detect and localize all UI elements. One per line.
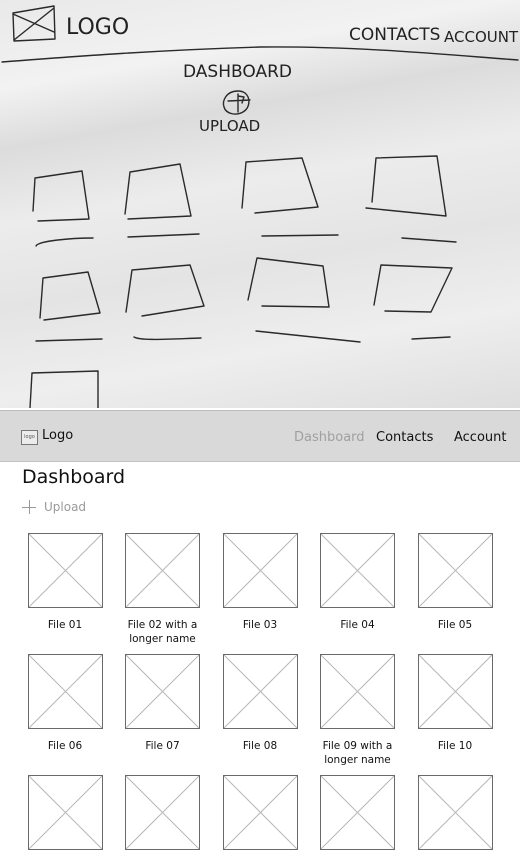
sketch-tile (241, 157, 319, 214)
file-tile[interactable]: File 02 with a longer name (114, 533, 212, 646)
file-tile[interactable]: File 05 (406, 533, 504, 632)
file-thumbnail-placeholder-icon (320, 533, 395, 608)
file-thumbnail-placeholder-icon (320, 654, 395, 729)
file-thumbnail-placeholder-icon (222, 533, 298, 608)
top-navigation-bar: logo Logo Dashboard Contacts Account (0, 410, 520, 462)
file-thumbnail-placeholder-icon (222, 775, 298, 850)
sketch-drawing: LOGO CONTACTS ACCOUNT DASHBOARD UPLOAD (1, 5, 519, 408)
file-name: File 05 (437, 619, 473, 631)
sketch-title: DASHBOARD (183, 62, 292, 82)
file-tile[interactable]: File 04 (309, 533, 407, 632)
upload-label: Upload (44, 500, 87, 514)
file-tile[interactable]: File 01 (16, 533, 114, 632)
upload-button[interactable]: Upload (22, 498, 86, 516)
sketch-tile (124, 163, 192, 220)
file-name: File 02 with a longer name (127, 619, 198, 645)
plus-icon (22, 500, 36, 514)
logo-icon: logo (21, 430, 38, 445)
nav-account[interactable]: Account (454, 430, 507, 445)
sketch-tile (373, 264, 453, 313)
sketch-label-line (401, 237, 457, 243)
file-thumbnail-placeholder-icon (27, 533, 103, 608)
file-tile[interactable]: File 03 (211, 533, 309, 632)
sketch-tile (29, 370, 99, 408)
wireframe-page: logo Logo Dashboard Contacts Account Das… (0, 408, 520, 850)
file-thumbnail-placeholder-icon (27, 654, 103, 729)
nav-contacts[interactable]: Contacts (376, 430, 433, 445)
sketch-upload-label: UPLOAD (199, 117, 260, 135)
file-thumbnail-placeholder-icon (222, 654, 298, 729)
file-name: File 06 (47, 740, 83, 752)
sketch-nav-contacts: CONTACTS (349, 25, 440, 45)
sketch-logo-text: LOGO (66, 15, 129, 40)
page-title: Dashboard (22, 466, 126, 488)
nav-dashboard[interactable]: Dashboard (294, 430, 365, 445)
sketch-label-line (35, 338, 103, 342)
sketch-tile (39, 271, 101, 321)
sketch-label-line (261, 234, 339, 237)
sketch-tile (247, 257, 330, 308)
sketch-tile (32, 170, 90, 222)
file-name: File 08 (242, 740, 278, 752)
sketch-nav-account: ACCOUNT (444, 28, 519, 46)
sketch-header-divider (1, 46, 519, 63)
file-thumbnail-placeholder-icon (417, 533, 493, 608)
file-tile[interactable]: File 07 (114, 654, 212, 753)
file-thumbnail-placeholder-icon (125, 775, 200, 850)
sketch-label-line (411, 336, 451, 340)
file-name: File 01 (47, 619, 83, 631)
sketch-upload-icon (222, 90, 251, 115)
file-thumbnail-placeholder-icon (125, 654, 200, 729)
logo-text[interactable]: Logo (42, 428, 73, 443)
file-thumbnail-placeholder-icon (417, 775, 493, 850)
sketch-label-line (255, 330, 361, 343)
file-name: File 03 (242, 619, 278, 631)
file-tile[interactable]: File 10 (406, 654, 504, 753)
sketch-label-line (127, 233, 200, 238)
sketch-tile (365, 155, 447, 217)
paper-sketch: LOGO CONTACTS ACCOUNT DASHBOARD UPLOAD (0, 0, 520, 408)
file-name: File 10 (437, 740, 473, 752)
file-tile[interactable]: File 08 (211, 654, 309, 753)
file-thumbnail-placeholder-icon (417, 654, 493, 729)
file-name: File 09 with a longer name (322, 740, 393, 766)
file-thumbnail-placeholder-icon (125, 533, 200, 608)
file-tile[interactable]: File 06 (16, 654, 114, 753)
sketch-tile (125, 264, 205, 317)
file-thumbnail-placeholder-icon (320, 775, 395, 850)
sketch-label-line (35, 237, 94, 247)
file-name: File 04 (340, 619, 375, 631)
file-name: File 07 (145, 740, 180, 752)
sketch-label-line (133, 336, 202, 341)
file-thumbnail-placeholder-icon (27, 775, 103, 850)
file-tile[interactable]: File 09 with a longer name (309, 654, 407, 767)
sketch-logo-box-icon (12, 5, 56, 42)
